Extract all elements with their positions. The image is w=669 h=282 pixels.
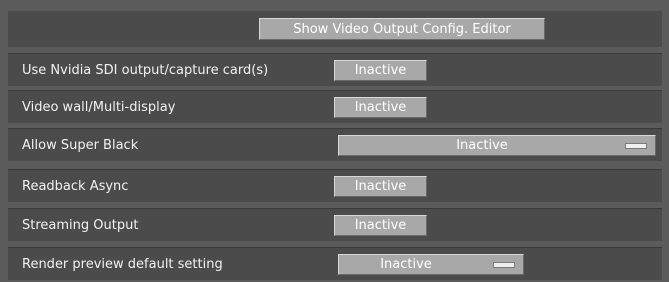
render-preview-dropdown[interactable]: Inactive [338, 254, 524, 275]
streaming-output-toggle-button[interactable]: Inactive [334, 215, 427, 236]
dropdown-handle-icon [625, 143, 647, 149]
setting-row-nvidia-sdi: Use Nvidia SDI output/capture card(s) In… [8, 53, 662, 86]
setting-label-video-wall: Video wall/Multi-display [22, 99, 176, 115]
show-video-output-config-editor-button[interactable]: Show Video Output Config. Editor [259, 18, 545, 40]
setting-row-streaming-output: Streaming Output Inactive [8, 208, 662, 241]
setting-label-nvidia-sdi: Use Nvidia SDI output/capture card(s) [22, 62, 269, 78]
readback-async-toggle-button[interactable]: Inactive [334, 176, 427, 197]
video-wall-toggle-button[interactable]: Inactive [334, 97, 427, 118]
setting-label-render-preview: Render preview default setting [22, 256, 223, 272]
setting-label-streaming-output: Streaming Output [22, 217, 139, 233]
setting-row-readback-async: Readback Async Inactive [8, 169, 662, 202]
setting-row-super-black: Allow Super Black Inactive [8, 128, 662, 161]
nvidia-sdi-toggle-button[interactable]: Inactive [334, 60, 427, 81]
video-output-settings-panel: Show Video Output Config. Editor Use Nvi… [0, 0, 669, 282]
super-black-dropdown[interactable]: Inactive [338, 135, 656, 156]
header-row: Show Video Output Config. Editor [8, 11, 662, 47]
setting-label-super-black: Allow Super Black [22, 137, 139, 153]
setting-row-render-preview: Render preview default setting Inactive [8, 247, 662, 280]
render-preview-dropdown-value: Inactive [380, 257, 432, 272]
dropdown-handle-icon [493, 262, 515, 268]
setting-label-readback-async: Readback Async [22, 178, 129, 194]
setting-row-video-wall: Video wall/Multi-display Inactive [8, 90, 662, 123]
super-black-dropdown-value: Inactive [456, 138, 508, 153]
